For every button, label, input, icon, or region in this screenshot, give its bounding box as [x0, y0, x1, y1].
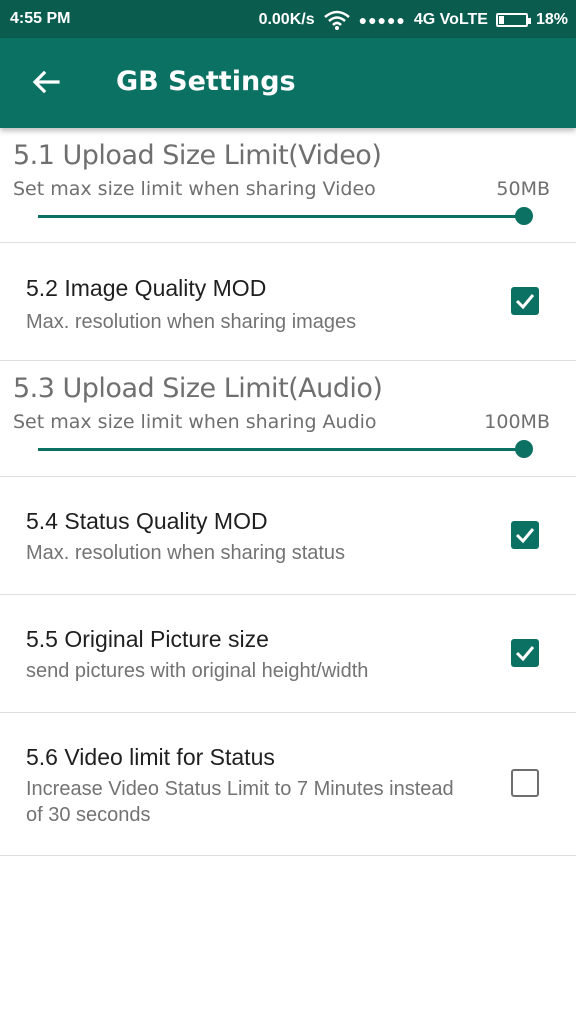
- setting-image-quality[interactable]: 5.2 Image Quality MOD Max. resolution wh…: [0, 243, 576, 360]
- page-title: GB Settings: [116, 66, 296, 97]
- setting-original-picture-size[interactable]: 5.5 Original Picture size send pictures …: [0, 595, 576, 712]
- status-time: 4:55 PM: [10, 10, 71, 27]
- setting-summary: send pictures with original height/width: [26, 660, 369, 682]
- app-bar: GB Settings: [0, 38, 576, 128]
- checkmark-icon: [515, 293, 535, 309]
- setting-title: 5.5 Original Picture size: [26, 626, 269, 652]
- wifi-icon: [323, 10, 350, 30]
- setting-video-size-limit[interactable]: 5.1 Upload Size Limit(Video) Set max siz…: [0, 128, 576, 242]
- checkmark-icon: [515, 645, 535, 661]
- checkmark-icon: [515, 527, 535, 543]
- battery-level: [498, 16, 504, 24]
- setting-value: 50MB: [496, 178, 550, 200]
- setting-summary: Increase Video Status Limit to 7 Minutes…: [26, 778, 454, 826]
- setting-title: 5.4 Status Quality MOD: [26, 508, 268, 534]
- video-status-checkbox[interactable]: [511, 769, 539, 797]
- setting-summary: Max. resolution when sharing status: [26, 542, 346, 564]
- setting-summary: Set max size limit when sharing Audio: [13, 411, 377, 433]
- status-indicators: 0.00K/s ●●●●● 4G VoLTE 18%: [251, 10, 568, 30]
- divider: [0, 855, 576, 856]
- image-quality-checkbox[interactable]: [511, 286, 539, 315]
- setting-audio-size-limit[interactable]: 5.3 Upload Size Limit(Audio) Set max siz…: [0, 361, 576, 476]
- battery-percent: 18%: [535, 11, 568, 28]
- setting-status-quality[interactable]: 5.4 Status Quality MOD Max. resolution w…: [0, 477, 576, 594]
- arrow-left-icon[interactable]: [28, 64, 64, 100]
- audio-size-slider[interactable]: [38, 440, 533, 458]
- video-size-slider[interactable]: [38, 207, 533, 225]
- battery-icon: [495, 13, 531, 27]
- signal-strength-icon: ●●●●●: [358, 12, 406, 28]
- status-quality-checkbox[interactable]: [511, 520, 539, 549]
- network-type: 4G VoLTE: [413, 11, 488, 28]
- network-speed: 0.00K/s: [258, 11, 315, 28]
- slider-thumb[interactable]: [515, 207, 533, 225]
- setting-value: 100MB: [484, 411, 550, 433]
- slider-thumb[interactable]: [515, 440, 533, 458]
- setting-title: 5.2 Image Quality MOD: [26, 275, 267, 301]
- status-bar: 4:55 PM 0.00K/s ●●●●● 4G VoLTE 18%: [0, 0, 576, 38]
- setting-title: 5.1 Upload Size Limit(Video): [13, 140, 382, 171]
- setting-title: 5.3 Upload Size Limit(Audio): [13, 373, 383, 404]
- setting-summary: Max. resolution when sharing images: [26, 311, 357, 333]
- settings-list: 5.1 Upload Size Limit(Video) Set max siz…: [0, 128, 576, 856]
- setting-summary: Set max size limit when sharing Video: [13, 178, 376, 200]
- setting-title: 5.6 Video limit for Status: [26, 744, 275, 770]
- setting-video-status-limit[interactable]: 5.6 Video limit for Status Increase Vide…: [0, 713, 576, 855]
- original-picture-checkbox[interactable]: [511, 638, 539, 667]
